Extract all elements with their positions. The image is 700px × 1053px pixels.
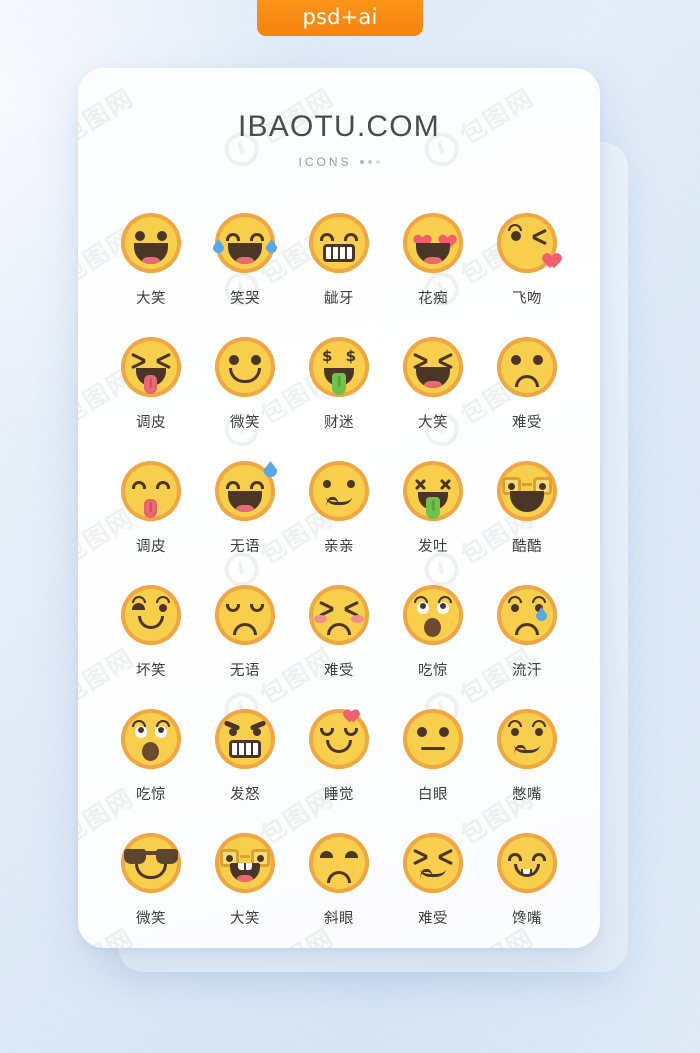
playful-tongue-icon[interactable] xyxy=(121,461,181,521)
emoji-icon-cell[interactable]: 调皮 xyxy=(104,337,198,432)
emoji-icon-cell[interactable]: 亲亲 xyxy=(292,461,386,556)
sweating-tear-icon[interactable] xyxy=(497,585,557,645)
emoji-icon-cell[interactable]: 微笑 xyxy=(104,833,198,928)
sad-frown-icon[interactable] xyxy=(497,337,557,397)
emoji-icon-cell[interactable]: 难受 xyxy=(292,585,386,680)
vomiting-face-icon[interactable] xyxy=(403,461,463,521)
emoji-icon-label: 吃惊 xyxy=(136,787,166,803)
emoji-icon-label: 吃惊 xyxy=(418,663,448,679)
emoji-icon-label: 憋嘴 xyxy=(512,787,542,803)
emoji-icon-label: 花痴 xyxy=(418,291,448,307)
cool-glasses-icon[interactable] xyxy=(497,461,557,521)
emoji-icon-cell[interactable]: 大笑 xyxy=(198,833,292,928)
kissing-face-icon[interactable] xyxy=(309,461,369,521)
smiling-face-icon[interactable] xyxy=(215,337,275,397)
eye-roll-flat-icon[interactable] xyxy=(403,709,463,769)
emoji-icon-label: 笑哭 xyxy=(230,291,260,307)
emoji-icon-cell[interactable]: 飞吻 xyxy=(480,213,574,308)
emoji-icon-cell[interactable]: 发怒 xyxy=(198,709,292,804)
emoji-icon-label: 发怒 xyxy=(230,787,260,803)
speechless-closed-eyes-icon[interactable] xyxy=(215,585,275,645)
emoji-icon-cell[interactable]: 白眼 xyxy=(386,709,480,804)
format-badge: psd+ai xyxy=(257,0,423,36)
sunglasses-smile-icon[interactable] xyxy=(121,833,181,893)
emoji-icon-cell[interactable]: 难受 xyxy=(480,337,574,432)
icon-grid: 大笑 笑哭 龇牙 花痴 飞吻 调皮 微笑 $ $ 财迷 大笑 难受 调皮 无语 亲亲 发吐 酷酷 坏笑 无语 难受 吃惊… xyxy=(78,213,600,928)
emoji-icon-label: 难受 xyxy=(418,911,448,927)
emoji-icon-label: 微笑 xyxy=(230,415,260,431)
emoji-icon-label: 财迷 xyxy=(324,415,354,431)
emoji-icon-cell[interactable]: 吃惊 xyxy=(104,709,198,804)
nerd-laughing-icon[interactable] xyxy=(215,833,275,893)
emoji-icon-label: 无语 xyxy=(230,539,260,555)
surprised-open-mouth-icon[interactable] xyxy=(403,585,463,645)
smirking-face-icon[interactable] xyxy=(121,585,181,645)
laughing-tears-icon[interactable] xyxy=(213,213,277,273)
speechless-sweat-icon[interactable] xyxy=(215,461,277,521)
ellipsis-dots-icon xyxy=(359,160,380,164)
emoji-icon-label: 无语 xyxy=(230,663,260,679)
emoji-icon-cell[interactable]: 调皮 xyxy=(104,461,198,556)
angry-grimace-icon[interactable] xyxy=(215,709,275,769)
emoji-icon-cell[interactable]: 吃惊 xyxy=(386,585,480,680)
emoji-icon-label: 大笑 xyxy=(230,911,260,927)
emoji-icon-label: 难受 xyxy=(512,415,542,431)
emoji-icon-label: 大笑 xyxy=(418,415,448,431)
subtitle-row: ICONS xyxy=(78,155,600,169)
emoji-icon-cell[interactable]: 憋嘴 xyxy=(480,709,574,804)
shocked-raised-brows-icon[interactable] xyxy=(121,709,181,769)
pursed-lips-icon[interactable] xyxy=(497,709,557,769)
sleeping-heart-icon[interactable] xyxy=(309,709,369,769)
emoji-icon-label: 调皮 xyxy=(136,415,166,431)
emoji-icon-cell[interactable]: 无语 xyxy=(198,461,292,556)
emoji-icon-label: 调皮 xyxy=(136,539,166,555)
emoji-icon-cell[interactable]: 酷酷 xyxy=(480,461,574,556)
emoji-icon-cell[interactable]: 斜眼 xyxy=(292,833,386,928)
emoji-icon-label: 白眼 xyxy=(418,787,448,803)
emoji-icon-cell[interactable]: 大笑 xyxy=(386,337,480,432)
drooling-smile-icon[interactable] xyxy=(497,833,557,893)
emoji-icon-label: 酷酷 xyxy=(512,539,542,555)
emoji-icon-label: 馋嘴 xyxy=(512,911,542,927)
emoji-icon-cell[interactable]: 大笑 xyxy=(104,213,198,308)
emoji-icon-cell[interactable]: 花痴 xyxy=(386,213,480,308)
emoji-icon-label: 斜眼 xyxy=(324,911,354,927)
emoji-icon-label: 睡觉 xyxy=(324,787,354,803)
grinning-teeth-icon[interactable] xyxy=(309,213,369,273)
emoji-icon-label: 流汗 xyxy=(512,663,542,679)
emoji-icon-cell[interactable]: 馋嘴 xyxy=(480,833,574,928)
emoji-icon-cell[interactable]: 微笑 xyxy=(198,337,292,432)
emoji-icon-cell[interactable]: 难受 xyxy=(386,833,480,928)
emoji-icon-cell[interactable]: $ $ 财迷 xyxy=(292,337,386,432)
icon-set-card: 包图网 包图网 包图网 包图网 包图网 包图网 包图网 包图网 包图网 包图网 包图网 包图网 包图网包… xyxy=(78,68,600,948)
scrunched-face-icon[interactable] xyxy=(403,833,463,893)
page-title: IBAOTU.COM xyxy=(237,110,440,143)
emoji-icon-label: 坏笑 xyxy=(136,663,166,679)
playful-tongue-squint-icon[interactable] xyxy=(121,337,181,397)
emoji-icon-cell[interactable]: 坏笑 xyxy=(104,585,198,680)
emoji-icon-label: 飞吻 xyxy=(512,291,542,307)
emoji-icon-label: 亲亲 xyxy=(324,539,354,555)
heart-eyes-icon[interactable] xyxy=(403,213,463,273)
emoji-icon-cell[interactable]: 无语 xyxy=(198,585,292,680)
side-eye-frown-icon[interactable] xyxy=(309,833,369,893)
emoji-icon-label: 发吐 xyxy=(418,539,448,555)
blowing-kiss-icon[interactable] xyxy=(497,213,557,273)
emoji-icon-cell[interactable]: 龇牙 xyxy=(292,213,386,308)
emoji-icon-cell[interactable]: 睡觉 xyxy=(292,709,386,804)
distressed-blush-icon[interactable] xyxy=(309,585,369,645)
emoji-icon-cell[interactable]: 流汗 xyxy=(480,585,574,680)
card-header: IBAOTU.COM ICONS xyxy=(78,68,600,169)
emoji-icon-label: 难受 xyxy=(324,663,354,679)
emoji-icon-label: 大笑 xyxy=(136,291,166,307)
format-badge-label: psd+ai xyxy=(302,4,378,29)
grinning-open-mouth-icon[interactable] xyxy=(121,213,181,273)
emoji-icon-label: 龇牙 xyxy=(324,291,354,307)
money-face-icon[interactable]: $ $ xyxy=(309,337,369,397)
emoji-icon-label: 微笑 xyxy=(136,911,166,927)
emoji-icon-cell[interactable]: 发吐 xyxy=(386,461,480,556)
emoji-icon-cell[interactable]: 笑哭 xyxy=(198,213,292,308)
page-subtitle: ICONS xyxy=(298,155,352,169)
laughing-squint-icon[interactable] xyxy=(403,337,463,397)
